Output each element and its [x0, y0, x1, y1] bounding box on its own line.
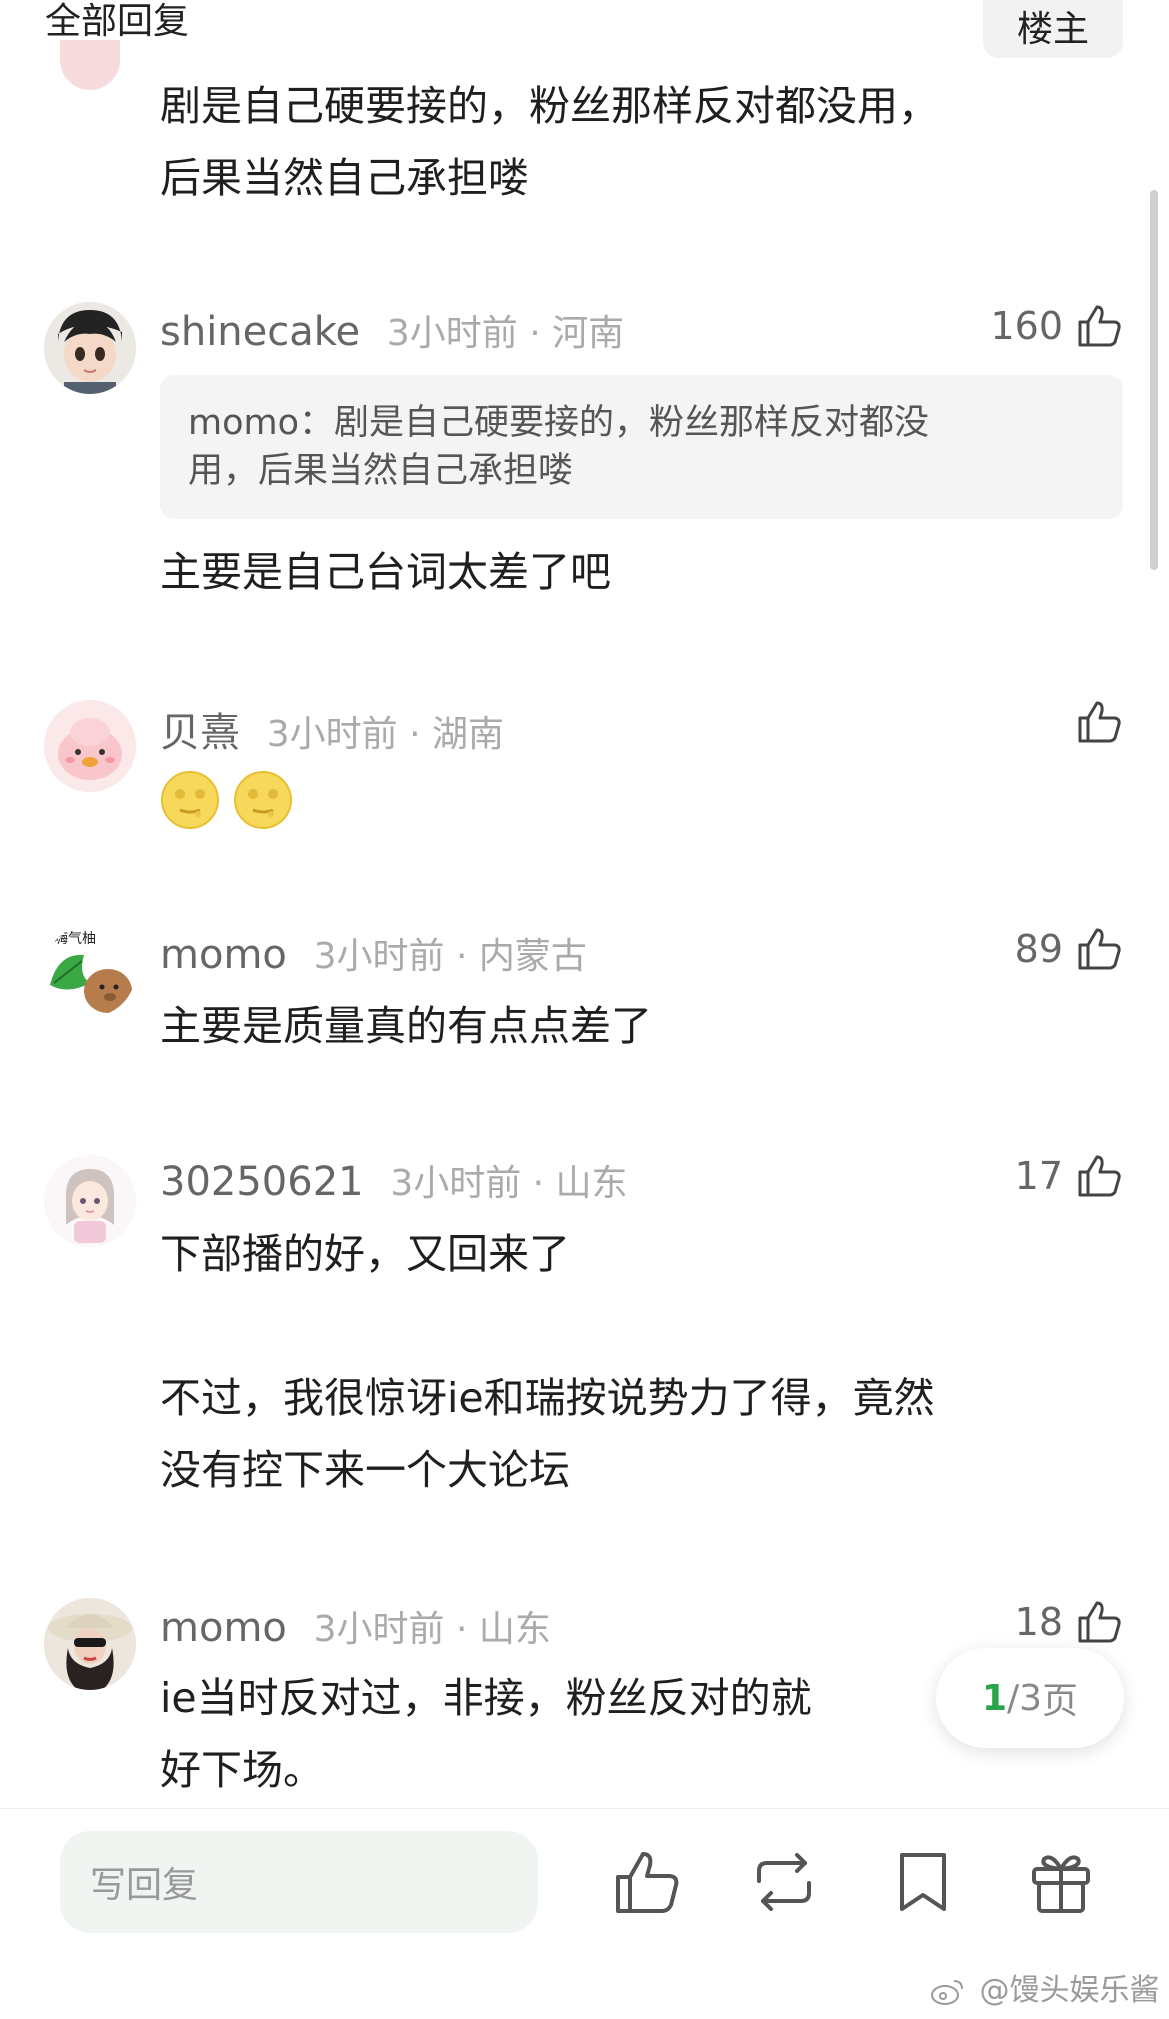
like-count: 18 — [1014, 1600, 1063, 1644]
avatar[interactable] — [44, 1598, 136, 1690]
quote-line: momo：剧是自己硬要接的，粉丝那样反对都没 — [188, 403, 930, 443]
repost-icon[interactable] — [747, 1845, 821, 1919]
avatar-image-icon — [44, 700, 136, 792]
avatar[interactable] — [44, 302, 136, 394]
avatar-image-icon — [44, 302, 136, 394]
page-indicator[interactable]: 1 /3 页 — [936, 1648, 1124, 1748]
quoted-reply: momo：剧是自己硬要接的，粉丝那样反对都没 用，后果当然自己承担喽 — [160, 375, 1123, 519]
bookmark-icon[interactable] — [886, 1845, 960, 1919]
avatar[interactable] — [44, 1155, 136, 1247]
reply-header: momo 3小时前 · 山东 — [160, 1600, 551, 1652]
moon-face-icon — [161, 771, 219, 829]
main-post-line: 后果当然自己承担喽 — [160, 154, 529, 202]
reply-meta: 3小时前 · 湖南 — [266, 714, 504, 755]
reply-line: 下部播的好，又回来了 — [160, 1230, 570, 1278]
thumbs-up-icon — [1078, 305, 1121, 347]
thumbs-up-icon — [1078, 701, 1121, 743]
current-page: 1 — [981, 1677, 1007, 1719]
thumbs-up-icon — [1078, 928, 1121, 970]
reply-line: 好下场。 — [160, 1746, 324, 1794]
username[interactable]: momo — [160, 1605, 287, 1651]
avatar-image-icon — [44, 1155, 136, 1247]
like-count: 160 — [990, 304, 1063, 348]
reply-header: momo 3小时前 · 内蒙古 — [160, 927, 587, 979]
reply-text: 主要是质量真的有点点差了 — [160, 1002, 652, 1050]
reply-text: 下部播的好，又回来了 不过，我很惊讶ie和瑞按说势力了得，竟然 没有控下来一个大… — [160, 1218, 1100, 1506]
like-button[interactable]: 17 — [1015, 1152, 1123, 1200]
reply-line: 不过，我很惊讶ie和瑞按说势力了得，竟然 — [160, 1374, 935, 1422]
reply-line: 没有控下来一个大论坛 — [160, 1446, 570, 1494]
reply-meta: 3小时前 · 山东 — [390, 1163, 628, 1204]
moon-face-icon — [234, 771, 293, 829]
username[interactable]: 贝熹 — [160, 710, 240, 756]
thumbs-up-icon[interactable] — [610, 1845, 684, 1919]
avatar[interactable] — [60, 40, 120, 90]
page-title: 全部回复 — [45, 1, 190, 42]
gift-icon[interactable] — [1024, 1845, 1098, 1919]
main-post-text: 剧是自己硬要接的，粉丝那样反对都没用， 后果当然自己承担喽 — [160, 70, 1120, 214]
reply-placeholder: 写回复 — [90, 1865, 199, 1906]
owner-filter-button[interactable]: 楼主 — [983, 0, 1123, 58]
watermark: @馒头娱乐酱 — [930, 1965, 1160, 2009]
reply-meta: 3小时前 · 山东 — [313, 1609, 551, 1650]
thumbs-up-icon — [1078, 1155, 1121, 1197]
weibo-logo-icon — [931, 1979, 963, 2005]
avatar[interactable]: 嗨气柚 — [44, 925, 136, 1017]
reply-header: 30250621 3小时前 · 山东 — [160, 1154, 628, 1206]
page-suffix: 页 — [1042, 1681, 1079, 1722]
like-count: 89 — [1014, 927, 1063, 971]
username[interactable]: 30250621 — [160, 1159, 364, 1205]
username[interactable]: shinecake — [160, 309, 360, 355]
reply-text: 主要是自己台词太差了吧 — [160, 548, 611, 596]
reply-header: shinecake 3小时前 · 河南 — [160, 304, 624, 356]
main-post-line: 剧是自己硬要接的，粉丝那样反对都没用， — [160, 82, 939, 130]
reply-meta: 3小时前 · 河南 — [386, 313, 625, 354]
thumbs-up-icon — [1078, 1601, 1121, 1643]
reply-input[interactable]: 写回复 — [60, 1831, 538, 1933]
watermark-text: @馒头娱乐酱 — [979, 1973, 1160, 2008]
avatar[interactable] — [44, 700, 136, 792]
total-pages: /3 — [1007, 1677, 1043, 1719]
svg-text:嗨气柚: 嗨气柚 — [54, 931, 96, 947]
quote-line: 用，后果当然自己承担喽 — [188, 451, 574, 491]
like-count: 17 — [1014, 1154, 1063, 1198]
like-button[interactable]: 160 — [990, 302, 1123, 350]
reply-emojis — [160, 770, 1100, 834]
like-button[interactable] — [1063, 698, 1123, 746]
avatar-image-icon — [44, 1598, 136, 1690]
username[interactable]: momo — [160, 932, 287, 978]
scrollbar[interactable] — [1150, 190, 1158, 570]
like-button[interactable]: 89 — [1015, 925, 1123, 973]
avatar-image-icon: 嗨气柚 — [44, 925, 136, 1017]
like-button[interactable]: 18 — [1015, 1598, 1123, 1646]
reply-header: 贝熹 3小时前 · 湖南 — [160, 700, 504, 758]
top-bar: 全部回复 楼主 — [0, 0, 1169, 60]
reply-meta: 3小时前 · 内蒙古 — [313, 936, 587, 977]
